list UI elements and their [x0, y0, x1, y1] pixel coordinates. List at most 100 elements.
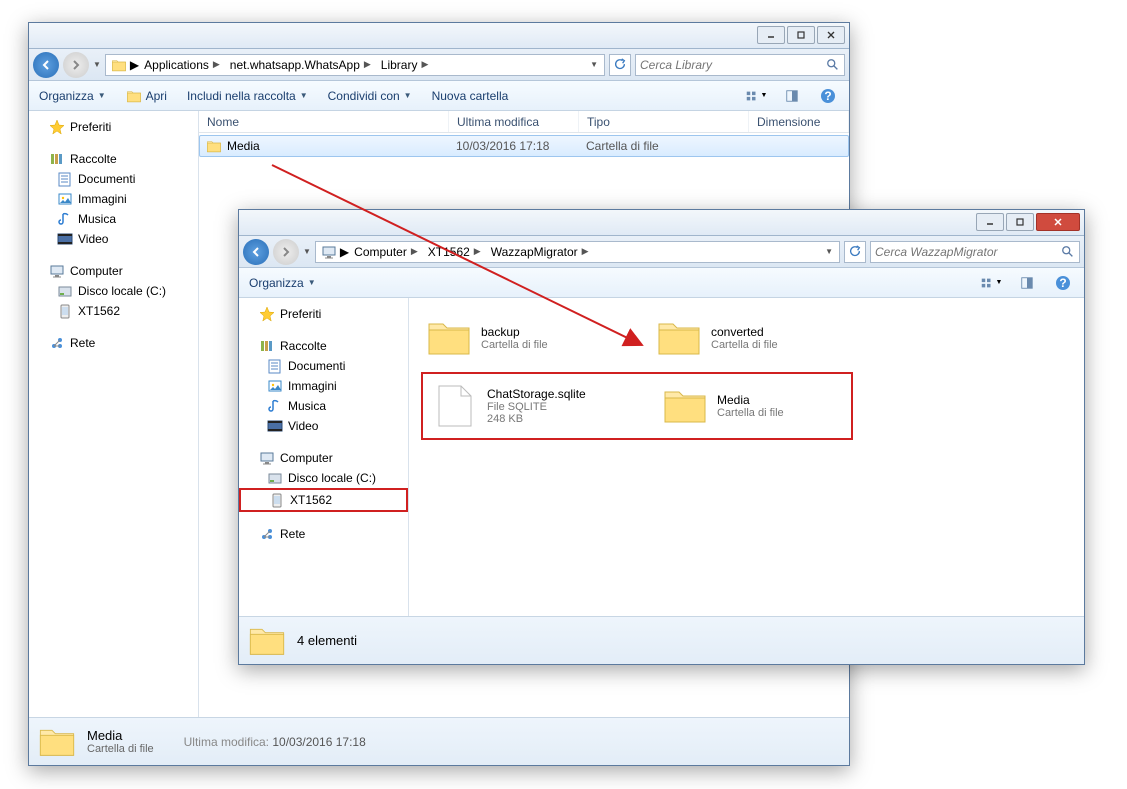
sidebar-documents[interactable]: Documenti: [29, 169, 198, 189]
sidebar-favorites[interactable]: Preferiti: [239, 304, 408, 324]
breadcrumb[interactable]: Computer▶: [349, 243, 423, 261]
sidebar-libraries[interactable]: Raccolte: [29, 149, 198, 169]
sidebar-network[interactable]: Rete: [239, 524, 408, 544]
sidebar-computer[interactable]: Computer: [29, 261, 198, 281]
folder-converted[interactable]: convertedCartella di file: [651, 310, 841, 366]
breadcrumb[interactable]: Library▶: [376, 56, 434, 74]
addressbar[interactable]: ▶ Computer▶ XT1562▶ WazzapMigrator▶ ▼: [315, 241, 840, 263]
close-button[interactable]: [817, 26, 845, 44]
sidebar-videos[interactable]: Video: [239, 416, 408, 436]
search-box[interactable]: [635, 54, 845, 76]
minimize-button[interactable]: [976, 213, 1004, 231]
annotation-highlight: ChatStorage.sqliteFile SQLITE248 KB Medi…: [421, 372, 853, 440]
history-dropdown[interactable]: ▼: [303, 247, 311, 256]
back-button[interactable]: [33, 52, 59, 78]
file-chatstorage[interactable]: ChatStorage.sqliteFile SQLITE248 KB: [427, 378, 617, 434]
titlebar: [29, 23, 849, 49]
chevron-right-icon: ▶: [364, 59, 371, 70]
chevron-right-icon[interactable]: ▶: [130, 58, 139, 72]
share-menu[interactable]: Condividi con▼: [324, 87, 416, 105]
open-button[interactable]: Apri: [122, 86, 171, 106]
forward-button[interactable]: [63, 52, 89, 78]
help-button[interactable]: [1048, 273, 1078, 293]
address-dropdown[interactable]: ▼: [821, 247, 837, 256]
col-size[interactable]: Dimensione: [749, 111, 849, 132]
help-button[interactable]: [813, 86, 843, 106]
breadcrumb[interactable]: XT1562▶: [423, 243, 486, 261]
phone-icon: [269, 492, 285, 508]
file-item-media[interactable]: Media 10/03/2016 17:18 Cartella di file: [199, 135, 849, 157]
view-options[interactable]: ▼: [741, 86, 771, 106]
refresh-button[interactable]: [609, 54, 631, 76]
new-folder-button[interactable]: Nuova cartella: [428, 87, 513, 105]
sidebar-device-xt1562[interactable]: XT1562: [29, 301, 198, 321]
library-icon: [49, 151, 65, 167]
sidebar-pictures[interactable]: Immagini: [29, 189, 198, 209]
col-type[interactable]: Tipo: [579, 111, 749, 132]
chevron-right-icon[interactable]: ▶: [340, 245, 349, 259]
search-icon: [1061, 245, 1075, 259]
breadcrumb[interactable]: Applications▶: [139, 56, 225, 74]
history-dropdown[interactable]: ▼: [93, 60, 101, 69]
sidebar-libraries[interactable]: Raccolte: [239, 336, 408, 356]
sidebar-music[interactable]: Musica: [29, 209, 198, 229]
include-menu[interactable]: Includi nella raccolta▼: [183, 87, 312, 105]
sidebar-local-disk[interactable]: Disco locale (C:): [29, 281, 198, 301]
folder-icon: [206, 138, 222, 154]
computer-icon: [321, 244, 337, 260]
folder-backup[interactable]: backupCartella di file: [421, 310, 611, 366]
folder-media[interactable]: MediaCartella di file: [657, 378, 847, 434]
status-name: Media: [87, 728, 154, 743]
library-icon: [259, 338, 275, 354]
sidebar-music[interactable]: Musica: [239, 396, 408, 416]
organize-menu[interactable]: Organizza▼: [245, 274, 320, 292]
folder-icon: [655, 314, 703, 362]
refresh-button[interactable]: [844, 241, 866, 263]
search-input[interactable]: [640, 58, 826, 72]
breadcrumb[interactable]: WazzapMigrator▶: [486, 243, 594, 261]
explorer-window-2: ▼ ▶ Computer▶ XT1562▶ WazzapMigrator▶ ▼ …: [238, 209, 1085, 665]
sidebar-local-disk[interactable]: Disco locale (C:): [239, 468, 408, 488]
maximize-button[interactable]: [1006, 213, 1034, 231]
back-button[interactable]: [243, 239, 269, 265]
close-button[interactable]: [1036, 213, 1080, 231]
details-pane: 4 elementi: [239, 616, 1084, 664]
column-headers: Nome Ultima modifica Tipo Dimensione: [199, 111, 849, 133]
col-modified[interactable]: Ultima modifica: [449, 111, 579, 132]
star-icon: [259, 306, 275, 322]
search-box[interactable]: [870, 241, 1080, 263]
toolbar: Organizza▼ ▼: [239, 268, 1084, 298]
titlebar: [239, 210, 1084, 236]
breadcrumb[interactable]: net.whatsapp.WhatsApp▶: [225, 56, 376, 74]
status-type: Cartella di file: [87, 743, 154, 755]
sidebar-videos[interactable]: Video: [29, 229, 198, 249]
disk-icon: [57, 283, 73, 299]
status-count: 4 elementi: [297, 633, 357, 648]
forward-button[interactable]: [273, 239, 299, 265]
music-icon: [267, 398, 283, 414]
nav-bar: ▼ ▶ Computer▶ XT1562▶ WazzapMigrator▶ ▼: [239, 236, 1084, 268]
sidebar-documents[interactable]: Documenti: [239, 356, 408, 376]
document-icon: [57, 171, 73, 187]
preview-pane-button[interactable]: [777, 86, 807, 106]
sidebar-network[interactable]: Rete: [29, 333, 198, 353]
phone-icon: [57, 303, 73, 319]
preview-pane-button[interactable]: [1012, 273, 1042, 293]
sidebar-computer[interactable]: Computer: [239, 448, 408, 468]
star-icon: [49, 119, 65, 135]
search-input[interactable]: [875, 245, 1061, 259]
sidebar-device-xt1562[interactable]: XT1562: [239, 488, 408, 512]
address-dropdown[interactable]: ▼: [586, 60, 602, 69]
view-options[interactable]: ▼: [976, 273, 1006, 293]
maximize-button[interactable]: [787, 26, 815, 44]
col-name[interactable]: Nome: [199, 111, 449, 132]
search-icon: [826, 58, 840, 72]
organize-menu[interactable]: Organizza▼: [35, 87, 110, 105]
sidebar-pictures[interactable]: Immagini: [239, 376, 408, 396]
music-icon: [57, 211, 73, 227]
status-modified: Ultima modifica: 10/03/2016 17:18: [184, 735, 366, 749]
addressbar[interactable]: ▶ Applications▶ net.whatsapp.WhatsApp▶ L…: [105, 54, 605, 76]
folder-icon: [111, 57, 127, 73]
sidebar-favorites[interactable]: Preferiti: [29, 117, 198, 137]
minimize-button[interactable]: [757, 26, 785, 44]
